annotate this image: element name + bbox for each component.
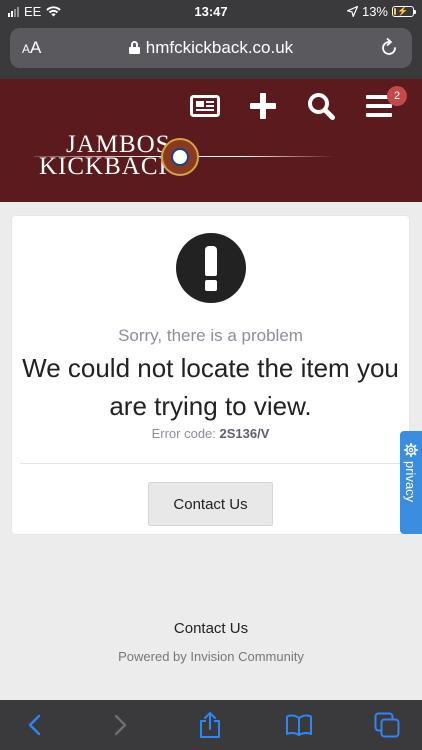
privacy-tab[interactable]: privacy bbox=[400, 431, 422, 534]
header-icon-bar: 2 bbox=[176, 86, 408, 123]
url-display[interactable]: hmfckickback.co.uk bbox=[10, 38, 412, 58]
charging-bolt-icon: ⚡ bbox=[397, 6, 409, 16]
error-card: Sorry, there is a problem We could not l… bbox=[12, 216, 409, 534]
search-button[interactable] bbox=[292, 89, 350, 123]
logo-text-kickback: KICKBACK bbox=[39, 153, 178, 180]
share-icon bbox=[200, 712, 220, 738]
error-code-value: 2S136/V bbox=[219, 426, 270, 441]
browser-bottom-toolbar bbox=[0, 700, 422, 750]
search-icon bbox=[308, 93, 335, 120]
lock-icon bbox=[128, 41, 140, 54]
reload-icon[interactable] bbox=[378, 37, 400, 59]
plus-icon bbox=[250, 93, 276, 119]
chevron-left-icon bbox=[28, 714, 41, 736]
card-divider bbox=[20, 463, 401, 464]
crest-inner bbox=[171, 148, 189, 166]
tabs-button[interactable] bbox=[372, 710, 402, 740]
create-button[interactable] bbox=[234, 89, 292, 123]
chevron-right-icon bbox=[114, 714, 127, 736]
contact-us-button[interactable]: Contact Us bbox=[148, 482, 273, 526]
powered-by-text[interactable]: Powered by Invision Community bbox=[0, 649, 422, 664]
activity-stream-button[interactable] bbox=[176, 89, 234, 123]
notification-badge: 2 bbox=[387, 86, 407, 106]
newspaper-icon bbox=[190, 95, 220, 117]
exclamation-alert-icon bbox=[176, 233, 246, 303]
footer-contact-link[interactable]: Contact Us bbox=[0, 620, 422, 637]
status-bar: EE 13:47 13% ⚡ bbox=[0, 0, 422, 24]
browser-top-chrome: EE 13:47 13% ⚡ AA hmfckickback.co.uk bbox=[0, 0, 422, 79]
battery-percent: 13% bbox=[361, 4, 388, 19]
battery-fill bbox=[394, 8, 396, 15]
error-code-line: Error code: 2S136/V bbox=[12, 426, 409, 441]
bookmarks-button[interactable] bbox=[284, 710, 314, 740]
tabs-icon bbox=[374, 712, 400, 738]
privacy-tab-label: privacy bbox=[403, 461, 418, 503]
error-subtitle: Sorry, there is a problem bbox=[118, 326, 303, 345]
share-button[interactable] bbox=[195, 710, 225, 740]
menu-button[interactable]: 2 bbox=[350, 86, 408, 123]
site-logo[interactable]: JAMBOS KICKBACK bbox=[34, 131, 344, 181]
error-code-label: Error code: bbox=[151, 426, 216, 441]
site-header: 2 JAMBOS KICKBACK bbox=[0, 79, 422, 202]
gear-icon bbox=[404, 443, 418, 457]
error-message: We could not locate the item you are try… bbox=[22, 353, 399, 421]
url-text: hmfckickback.co.uk bbox=[145, 38, 294, 57]
forward-button[interactable] bbox=[106, 710, 136, 740]
club-crest-icon bbox=[161, 138, 199, 176]
status-right: 13% ⚡ bbox=[346, 4, 416, 19]
location-arrow-icon bbox=[346, 6, 358, 17]
book-icon bbox=[286, 714, 312, 736]
address-bar[interactable]: AA hmfckickback.co.uk bbox=[10, 28, 412, 68]
battery-icon: ⚡ bbox=[392, 6, 416, 17]
back-button[interactable] bbox=[19, 710, 49, 740]
